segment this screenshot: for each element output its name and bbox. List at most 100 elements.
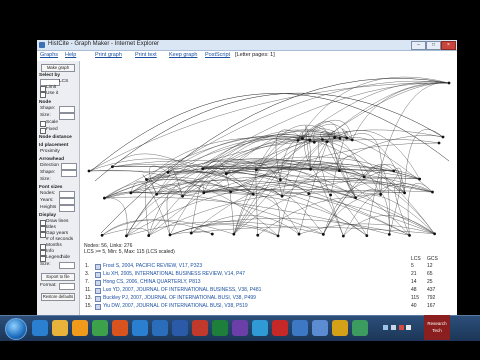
graph-node xyxy=(87,169,91,173)
graph-node xyxy=(418,177,422,181)
title-bar: HistCite - Graph Maker - Internet Explor… xyxy=(37,40,457,51)
shape-select[interactable] xyxy=(59,106,75,113)
font-nodes-input[interactable] xyxy=(59,191,75,198)
seconds-label: # of seconds xyxy=(46,237,74,242)
list-item[interactable]: 15. Yiu DW, 2007, JOURNAL OF INTERNATIONA… xyxy=(81,303,457,310)
graph-node xyxy=(431,190,434,194)
ie-icon[interactable] xyxy=(32,320,48,336)
arrow-shape-select[interactable] xyxy=(61,170,77,177)
font-heights-label: Heights xyxy=(40,205,57,210)
months-label: Months xyxy=(46,243,62,248)
print-text-link[interactable]: Print text xyxy=(135,52,157,58)
id-placement-heading: Id placement xyxy=(39,143,69,148)
app-icon xyxy=(39,42,45,48)
system-tray[interactable] xyxy=(382,324,412,332)
citation-link xyxy=(256,138,303,171)
start-orb[interactable] xyxy=(5,318,27,340)
app3-icon[interactable] xyxy=(352,320,368,336)
format-select[interactable] xyxy=(59,283,75,290)
export-button[interactable]: Export to file xyxy=(41,273,75,281)
direction-select[interactable] xyxy=(61,163,77,170)
print-graph-link[interactable]: Print graph xyxy=(95,52,122,58)
list-item[interactable]: 1. Frost S, 2004, PACIFIC REVIEW, V17, P3… xyxy=(81,263,457,270)
graph-node xyxy=(189,231,193,235)
graph-node xyxy=(321,232,325,236)
font-sizes-heading: Font sizes xyxy=(39,185,63,190)
graph-node xyxy=(308,138,312,142)
list-item[interactable]: 7. Hong CS, 2006, CHINA QUARTERLY, P813 14… xyxy=(81,279,457,286)
photoshop-icon[interactable] xyxy=(252,320,268,336)
scale-label: Scale xyxy=(46,120,58,125)
graph-node xyxy=(403,191,406,195)
use-it-label: Use it xyxy=(46,91,59,96)
maximize-button[interactable]: □ xyxy=(426,41,441,50)
draw-lines-label: Draw lines xyxy=(46,219,69,224)
graph-node xyxy=(341,234,345,238)
explorer-icon[interactable] xyxy=(52,320,68,336)
graph-node xyxy=(329,193,333,197)
app2-icon[interactable] xyxy=(332,320,348,336)
make-graph-button[interactable]: Make graph xyxy=(41,64,75,72)
legend-size-select[interactable] xyxy=(59,262,75,269)
fixed-label: Fixed xyxy=(46,127,58,132)
graph-node xyxy=(297,232,301,236)
graph-node xyxy=(254,168,258,172)
citation-link xyxy=(277,137,353,236)
graph-node xyxy=(325,140,329,144)
media-icon[interactable] xyxy=(72,320,88,336)
font-heights-input[interactable] xyxy=(59,205,75,212)
graph-node xyxy=(145,178,148,181)
excel-icon[interactable] xyxy=(212,320,228,336)
select-by-value: LCS xyxy=(59,79,69,84)
lcs-scale-info: LCS >= 5, Min: 5, Max: 115 (LCS scaled) xyxy=(84,249,175,255)
menu-help[interactable]: Help xyxy=(65,52,76,58)
proximity-label: Proximity xyxy=(40,149,60,154)
graph-node xyxy=(387,233,391,236)
powerpoint-icon[interactable] xyxy=(192,320,208,336)
chrome-icon[interactable] xyxy=(92,320,108,336)
list-item[interactable]: 13. Buckley PJ, 2007, JOURNAL OF INTERNAT… xyxy=(81,295,457,302)
lcs-column-header: LCS xyxy=(411,256,421,262)
postscript-link[interactable]: PostScript xyxy=(205,52,230,58)
citation-graph-canvas[interactable] xyxy=(81,61,457,242)
citation-link xyxy=(191,184,309,234)
restore-defaults-button[interactable]: Restore defaults xyxy=(41,293,75,301)
volume-icon xyxy=(391,325,396,330)
graph-node xyxy=(441,135,445,139)
graph-node xyxy=(202,191,206,195)
graph-node xyxy=(307,192,311,195)
keep-graph-link[interactable]: Keep graph xyxy=(169,52,197,58)
word-icon[interactable] xyxy=(172,320,188,336)
graph-node xyxy=(408,233,411,237)
graph-node xyxy=(365,234,369,238)
list-item[interactable]: 11. Luo YD, 2007, JOURNAL OF INTERNATIONA… xyxy=(81,287,457,294)
citation-link xyxy=(256,167,367,236)
select-by-heading: Select by xyxy=(39,73,61,78)
font-years-input[interactable] xyxy=(59,198,75,205)
outlook-icon[interactable] xyxy=(152,320,168,336)
size-input[interactable] xyxy=(59,113,75,120)
record-icon xyxy=(95,264,101,270)
record-icon xyxy=(95,280,101,286)
vs-icon[interactable] xyxy=(232,320,248,336)
citation-link xyxy=(322,82,450,140)
graph-node xyxy=(338,137,342,140)
graph-node xyxy=(181,194,184,198)
graph-node xyxy=(362,175,366,179)
node-heading: Node xyxy=(39,100,51,105)
citation-link xyxy=(104,180,356,199)
close-button[interactable]: × xyxy=(441,41,456,50)
menu-bar: Graphs Help Print graph Print text Keep … xyxy=(37,51,457,60)
minimize-button[interactable]: – xyxy=(411,41,426,50)
menu-graphs[interactable]: Graphs xyxy=(40,52,58,58)
graph-node xyxy=(433,232,436,236)
firefox-icon[interactable] xyxy=(112,320,128,336)
ie2-icon[interactable] xyxy=(132,320,148,336)
legend-label: Legend xyxy=(46,255,63,260)
acrobat-icon[interactable] xyxy=(272,320,288,336)
font-years-label: Years: xyxy=(40,198,54,203)
list-item[interactable]: 3. Liu XH, 2005, INTERNATIONAL BUSINESS R… xyxy=(81,271,457,278)
notepad-icon[interactable] xyxy=(292,320,308,336)
app-icon[interactable] xyxy=(312,320,328,336)
control-panel: Make graph Select by LCS Limit Use it No… xyxy=(37,61,80,315)
